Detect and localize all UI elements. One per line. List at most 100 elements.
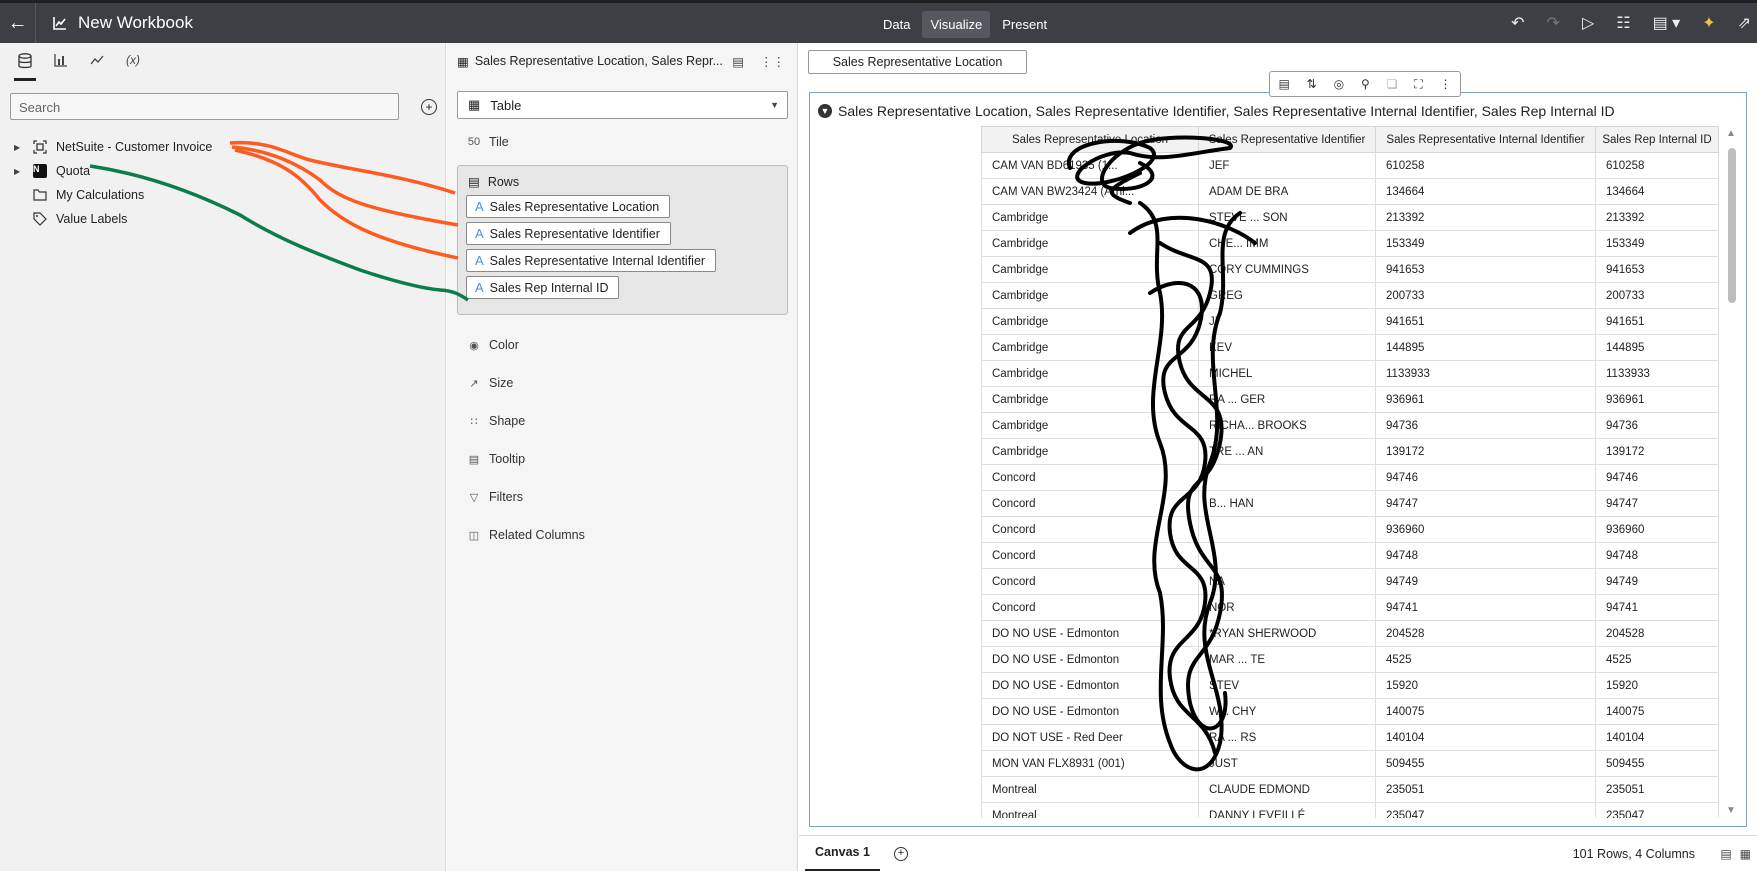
- table-cell[interactable]: Concord: [981, 490, 1199, 517]
- table-cell[interactable]: DANNY LEVEILLÉ: [1198, 802, 1376, 818]
- table-cell[interactable]: CLAUDE EDMOND: [1198, 776, 1376, 803]
- table-row[interactable]: DO NO USE - Edmonton STEV 15920 15920: [981, 672, 1719, 699]
- table-cell[interactable]: RA ... GER: [1198, 386, 1376, 413]
- table-cell[interactable]: 4525: [1595, 646, 1719, 673]
- table-row[interactable]: Cambridge JI 941651 941651: [981, 308, 1719, 335]
- table-cell[interactable]: 235047: [1595, 802, 1719, 818]
- expand-caret-icon[interactable]: ▶: [14, 143, 24, 152]
- target-icon[interactable]: ◎: [1334, 77, 1344, 91]
- analytics-tab-icon[interactable]: [86, 53, 108, 81]
- table-cell[interactable]: 140104: [1375, 724, 1596, 751]
- table-cell[interactable]: NOR: [1198, 594, 1376, 621]
- table-cell[interactable]: 94747: [1595, 490, 1719, 517]
- table-cell[interactable]: 204528: [1595, 620, 1719, 647]
- column-header[interactable]: Sales Representative Identifier: [1198, 126, 1376, 153]
- table-row[interactable]: Concord B... HAN 94747 94747: [981, 490, 1719, 517]
- size-section[interactable]: ↗ Size: [467, 376, 513, 390]
- settings-sliders-icon[interactable]: ⋮⋮: [760, 54, 785, 69]
- table-cell[interactable]: JEF: [1198, 152, 1376, 179]
- tab-present[interactable]: Present: [994, 11, 1055, 38]
- table-row[interactable]: Cambridge RA ... GER 936961 936961: [981, 386, 1719, 413]
- table-cell[interactable]: 610258: [1595, 152, 1719, 179]
- table-cell[interactable]: 941653: [1375, 256, 1596, 283]
- table-row[interactable]: Cambridge MICHEL 1133933 1133933: [981, 360, 1719, 387]
- table-cell[interactable]: 94748: [1595, 542, 1719, 569]
- related-columns-section[interactable]: ◫ Related Columns: [467, 528, 585, 542]
- table-row[interactable]: Cambridge CHE... IMM 153349 153349: [981, 230, 1719, 257]
- sort-icon[interactable]: ⇅: [1307, 77, 1317, 91]
- table-cell[interactable]: DO NO USE - Edmonton: [981, 620, 1199, 647]
- table-cell[interactable]: [1198, 542, 1376, 569]
- table-cell[interactable]: 140075: [1375, 698, 1596, 725]
- table-cell[interactable]: W... CHY: [1198, 698, 1376, 725]
- table-cell[interactable]: 153349: [1375, 230, 1596, 257]
- rows-dropzone[interactable]: ▤ Rows A Sales Representative Location AS…: [457, 165, 788, 315]
- table-cell[interactable]: Cambridge: [981, 386, 1199, 413]
- table-cell[interactable]: 94748: [1375, 542, 1596, 569]
- tree-item-my-calculations[interactable]: My Calculations: [0, 183, 212, 207]
- table-row[interactable]: CAM VAN BD61935 (1... JEF 610258 610258: [981, 152, 1719, 179]
- table-cell[interactable]: 140075: [1595, 698, 1719, 725]
- table-row[interactable]: Montreal DANNY LEVEILLÉ 235047 235047: [981, 802, 1719, 818]
- table-cell[interactable]: DO NO USE - Edmonton: [981, 672, 1199, 699]
- table-row[interactable]: Montreal CLAUDE EDMOND 235051 235051: [981, 776, 1719, 803]
- table-cell[interactable]: 94741: [1595, 594, 1719, 621]
- table-cell[interactable]: RA ... RS: [1198, 724, 1376, 751]
- table-cell[interactable]: Concord: [981, 464, 1199, 491]
- table-cell[interactable]: 235051: [1595, 776, 1719, 803]
- table-cell[interactable]: MICHEL: [1198, 360, 1376, 387]
- table-cell[interactable]: Cambridge: [981, 256, 1199, 283]
- tab-data[interactable]: Data: [875, 11, 918, 38]
- canvas-tab[interactable]: Canvas 1: [805, 836, 880, 871]
- table-cell[interactable]: Cambridge: [981, 334, 1199, 361]
- table-cell[interactable]: 15920: [1595, 672, 1719, 699]
- table-cell[interactable]: KEV: [1198, 334, 1376, 361]
- expand-caret-icon[interactable]: ▶: [14, 167, 24, 176]
- refresh-data-icon[interactable]: ☷: [1616, 13, 1630, 33]
- duplicate-icon[interactable]: ❏: [1387, 77, 1398, 91]
- table-row[interactable]: Concord 94748 94748: [981, 542, 1719, 569]
- table-cell[interactable]: 936961: [1375, 386, 1596, 413]
- table-cell[interactable]: 94736: [1595, 412, 1719, 439]
- table-cell[interactable]: Montreal: [981, 802, 1199, 818]
- add-canvas-icon[interactable]: +: [893, 846, 908, 861]
- table-row[interactable]: DO NO USE - Edmonton *RYAN SHERWOOD 204528…: [981, 620, 1719, 647]
- explain-icon[interactable]: ⚲: [1361, 77, 1370, 91]
- table-cell[interactable]: MON VAN FLX8931 (001): [981, 750, 1199, 777]
- tree-item-customer-invoice[interactable]: ▶ NetSuite - Customer Invoice: [0, 135, 212, 159]
- table-row[interactable]: Cambridge KEV 144895 144895: [981, 334, 1719, 361]
- table-cell[interactable]: 200733: [1595, 282, 1719, 309]
- table-cell[interactable]: 235051: [1375, 776, 1596, 803]
- table-cell[interactable]: 1133933: [1595, 360, 1719, 387]
- table-cell[interactable]: 144895: [1595, 334, 1719, 361]
- table-cell[interactable]: 4525: [1375, 646, 1596, 673]
- shape-section[interactable]: ∷ Shape: [467, 414, 526, 428]
- table-cell[interactable]: TRE ... AN: [1198, 438, 1376, 465]
- search-input[interactable]: Search: [10, 93, 399, 120]
- table-cell[interactable]: Cambridge: [981, 412, 1199, 439]
- filters-section[interactable]: ▽ Filters: [467, 490, 523, 504]
- table-cell[interactable]: NA: [1198, 568, 1376, 595]
- undo-icon[interactable]: ↶: [1511, 13, 1524, 33]
- table-row[interactable]: DO NOT USE - Red Deer RA ... RS 140104 1401…: [981, 724, 1719, 751]
- table-row[interactable]: CAM VAN BW23424 (Arni... ADAM DE BRA 1346…: [981, 178, 1719, 205]
- scroll-up-icon[interactable]: ▲: [1726, 128, 1736, 139]
- table-row[interactable]: Concord NOR 94741 94741: [981, 594, 1719, 621]
- more-icon[interactable]: ⋮: [1440, 77, 1452, 91]
- data-tab-icon[interactable]: [14, 53, 36, 81]
- table-cell[interactable]: 509455: [1375, 750, 1596, 777]
- table-cell[interactable]: Cambridge: [981, 438, 1199, 465]
- table-cell[interactable]: Concord: [981, 542, 1199, 569]
- table-cell[interactable]: DO NO USE - Edmonton: [981, 698, 1199, 725]
- table-cell[interactable]: 94741: [1375, 594, 1596, 621]
- table-cell[interactable]: 200733: [1375, 282, 1596, 309]
- play-icon[interactable]: ▷: [1582, 13, 1594, 33]
- table-cell[interactable]: 235047: [1375, 802, 1596, 818]
- table-cell[interactable]: 213392: [1595, 204, 1719, 231]
- table-cell[interactable]: 139172: [1595, 438, 1719, 465]
- export-icon[interactable]: ⇗: [1738, 13, 1751, 33]
- filter-indicator-icon[interactable]: ▼: [818, 104, 832, 118]
- table-cell[interactable]: 134664: [1375, 178, 1596, 205]
- auto-insights-icon[interactable]: ✦: [1702, 13, 1715, 33]
- table-cell[interactable]: 941651: [1595, 308, 1719, 335]
